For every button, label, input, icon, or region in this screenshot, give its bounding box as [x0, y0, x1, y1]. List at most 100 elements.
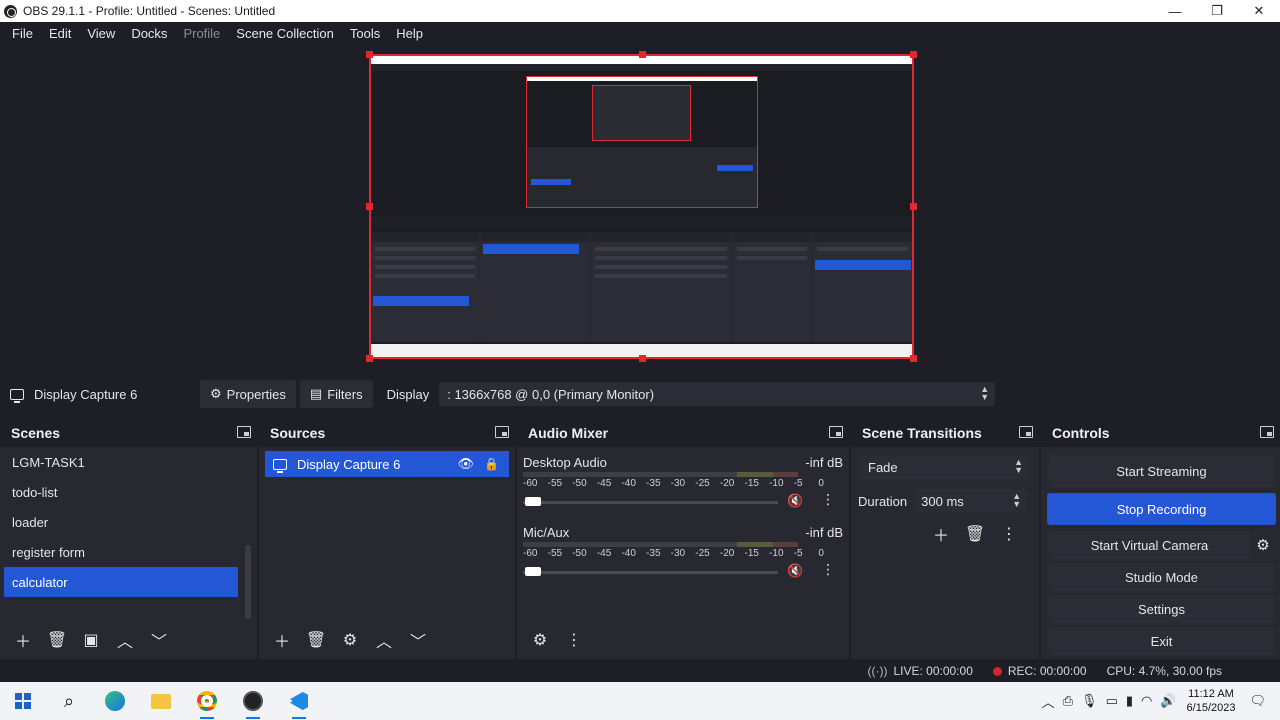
scale-tick: -40 — [621, 478, 636, 489]
transition-menu-button[interactable]: ⋮ — [994, 521, 1024, 547]
preview-canvas[interactable] — [366, 51, 917, 362]
captured-inner-selection — [531, 179, 571, 185]
resize-handle[interactable] — [366, 203, 373, 210]
network-device-icon[interactable]: ⎙ — [1063, 693, 1073, 709]
studio-mode-button[interactable]: Studio Mode — [1049, 563, 1274, 591]
microphone-icon[interactable]: 🎙 — [1081, 693, 1098, 709]
scene-filters-button[interactable]: ▣ — [76, 627, 106, 653]
scene-item[interactable]: LGM-TASK1 — [4, 447, 238, 477]
broadcast-icon: ((·)) — [867, 664, 888, 678]
start-virtual-camera-button[interactable]: Start Virtual Camera — [1049, 531, 1250, 559]
duration-input[interactable]: 300 ms ▲ ▼ — [915, 489, 1028, 513]
volume-slider-track[interactable] — [523, 571, 778, 574]
undock-icon[interactable] — [1260, 426, 1274, 438]
undock-icon[interactable] — [237, 426, 251, 438]
file-explorer-icon[interactable] — [138, 682, 184, 720]
scale-tick: -10 — [769, 478, 784, 489]
move-source-up-button[interactable]: ︿ — [369, 627, 399, 653]
source-properties-button[interactable]: ⚙ — [335, 627, 365, 653]
scale-tick: -30 — [670, 478, 686, 489]
volume-slider-handle[interactable] — [525, 497, 541, 506]
remove-source-button[interactable]: 🗑 — [301, 627, 331, 653]
undock-icon[interactable] — [829, 426, 843, 438]
volume-icon[interactable]: 🔊 — [1160, 693, 1176, 709]
remove-scene-button[interactable]: 🗑 — [42, 627, 72, 653]
more-options-icon[interactable]: ⋮ — [821, 491, 835, 508]
clock[interactable]: 11:12 AM 6/15/2023 — [1187, 687, 1236, 715]
menu-profile[interactable]: Profile — [175, 26, 228, 41]
add-source-button[interactable]: ＋ — [267, 627, 297, 653]
notifications-icon[interactable]: 🗨 — [1249, 693, 1266, 709]
mixer-menu-button[interactable]: ⋮ — [559, 627, 589, 653]
start-button[interactable] — [0, 682, 46, 720]
eye-icon[interactable]: 👁 — [458, 456, 475, 472]
search-icon[interactable]: ⌕ — [46, 682, 92, 720]
resize-handle[interactable] — [910, 51, 917, 58]
resize-handle[interactable] — [366, 355, 373, 362]
obs-icon[interactable] — [230, 682, 276, 720]
move-source-down-button[interactable]: ﹀ — [403, 627, 433, 653]
resize-handle[interactable] — [639, 355, 646, 362]
volume-slider-handle[interactable] — [525, 567, 541, 576]
menu-help[interactable]: Help — [388, 26, 431, 41]
lock-icon[interactable]: 🔒 — [484, 457, 499, 471]
cpu-fps: CPU: 4.7%, 30.00 fps — [1106, 664, 1222, 678]
more-options-icon[interactable]: ⋮ — [821, 561, 835, 578]
display-icon[interactable]: ▭ — [1106, 693, 1118, 709]
menu-docks[interactable]: Docks — [123, 26, 175, 41]
selected-source: Display Capture 6 — [0, 387, 200, 403]
scene-item-selected[interactable]: calculator — [4, 567, 238, 597]
filters-button[interactable]: ▤ Filters — [299, 380, 373, 408]
speaker-muted-icon[interactable]: 🔇 — [787, 493, 803, 509]
chevron-up-icon[interactable]: ︿ — [1042, 692, 1055, 711]
volume-slider-track[interactable] — [523, 501, 778, 504]
add-scene-button[interactable]: ＋ — [8, 627, 38, 653]
close-button[interactable]: ✕ — [1238, 0, 1280, 22]
gear-icon[interactable]: ⚙ — [1250, 531, 1276, 559]
spinner-icon[interactable]: ▲ ▼ — [1012, 492, 1021, 509]
display-value: : 1366x768 @ 0,0 (Primary Monitor) — [447, 386, 655, 402]
edge-icon[interactable] — [92, 682, 138, 720]
wifi-icon[interactable]: ◠ — [1141, 693, 1152, 709]
settings-button[interactable]: Settings — [1049, 595, 1274, 623]
maximize-button[interactable]: ❐ — [1196, 0, 1238, 22]
menu-edit[interactable]: Edit — [41, 26, 79, 41]
scenes-scrollbar[interactable] — [245, 545, 251, 619]
advanced-audio-settings-button[interactable]: ⚙ — [525, 627, 555, 653]
scene-item[interactable]: loader — [4, 507, 238, 537]
chrome-icon[interactable] — [184, 682, 230, 720]
menu-file[interactable]: File — [4, 26, 41, 41]
scale-tick: -50 — [572, 548, 587, 559]
resize-handle[interactable] — [366, 51, 373, 58]
battery-icon[interactable]: ▮ — [1126, 693, 1133, 709]
add-transition-button[interactable]: ＋ — [926, 521, 956, 547]
move-scene-up-button[interactable]: ︿ — [110, 627, 140, 653]
minimize-button[interactable]: — — [1154, 0, 1196, 22]
menu-view[interactable]: View — [79, 26, 123, 41]
transition-select[interactable]: Fade ▲ ▼ — [859, 455, 1029, 479]
start-streaming-button[interactable]: Start Streaming — [1049, 455, 1274, 487]
undock-icon[interactable] — [495, 426, 509, 438]
display-select[interactable]: : 1366x768 @ 0,0 (Primary Monitor) ▲ ▼ — [439, 382, 996, 406]
vscode-icon[interactable] — [276, 682, 322, 720]
meter-scale: -60 -55 -50 -45 -40 -35 -30 -25 -20 -15 … — [523, 548, 843, 559]
properties-button[interactable]: ⚙ Properties — [200, 380, 296, 408]
scene-transitions-header: Scene Transitions — [851, 419, 1039, 447]
stop-recording-button[interactable]: Stop Recording — [1047, 493, 1276, 525]
remove-transition-button[interactable]: 🗑 — [960, 521, 990, 547]
menu-scene-collection[interactable]: Scene Collection — [228, 26, 342, 41]
resize-handle[interactable] — [910, 203, 917, 210]
menu-tools[interactable]: Tools — [342, 26, 388, 41]
scene-item[interactable]: register form — [4, 537, 238, 567]
speaker-muted-icon[interactable]: 🔇 — [787, 563, 803, 579]
source-item-selected[interactable]: Display Capture 6 👁 🔒 — [265, 451, 509, 477]
status-bar: ((·)) LIVE: 00:00:00 REC: 00:00:00 CPU: … — [0, 660, 1280, 682]
live-status: ((·)) LIVE: 00:00:00 — [867, 664, 972, 678]
undock-icon[interactable] — [1019, 426, 1033, 438]
resize-handle[interactable] — [639, 51, 646, 58]
scene-item[interactable]: todo-list — [4, 477, 238, 507]
resize-handle[interactable] — [910, 355, 917, 362]
exit-button[interactable]: Exit — [1049, 627, 1274, 655]
captured-preview — [526, 76, 758, 208]
move-scene-down-button[interactable]: ﹀ — [144, 627, 174, 653]
